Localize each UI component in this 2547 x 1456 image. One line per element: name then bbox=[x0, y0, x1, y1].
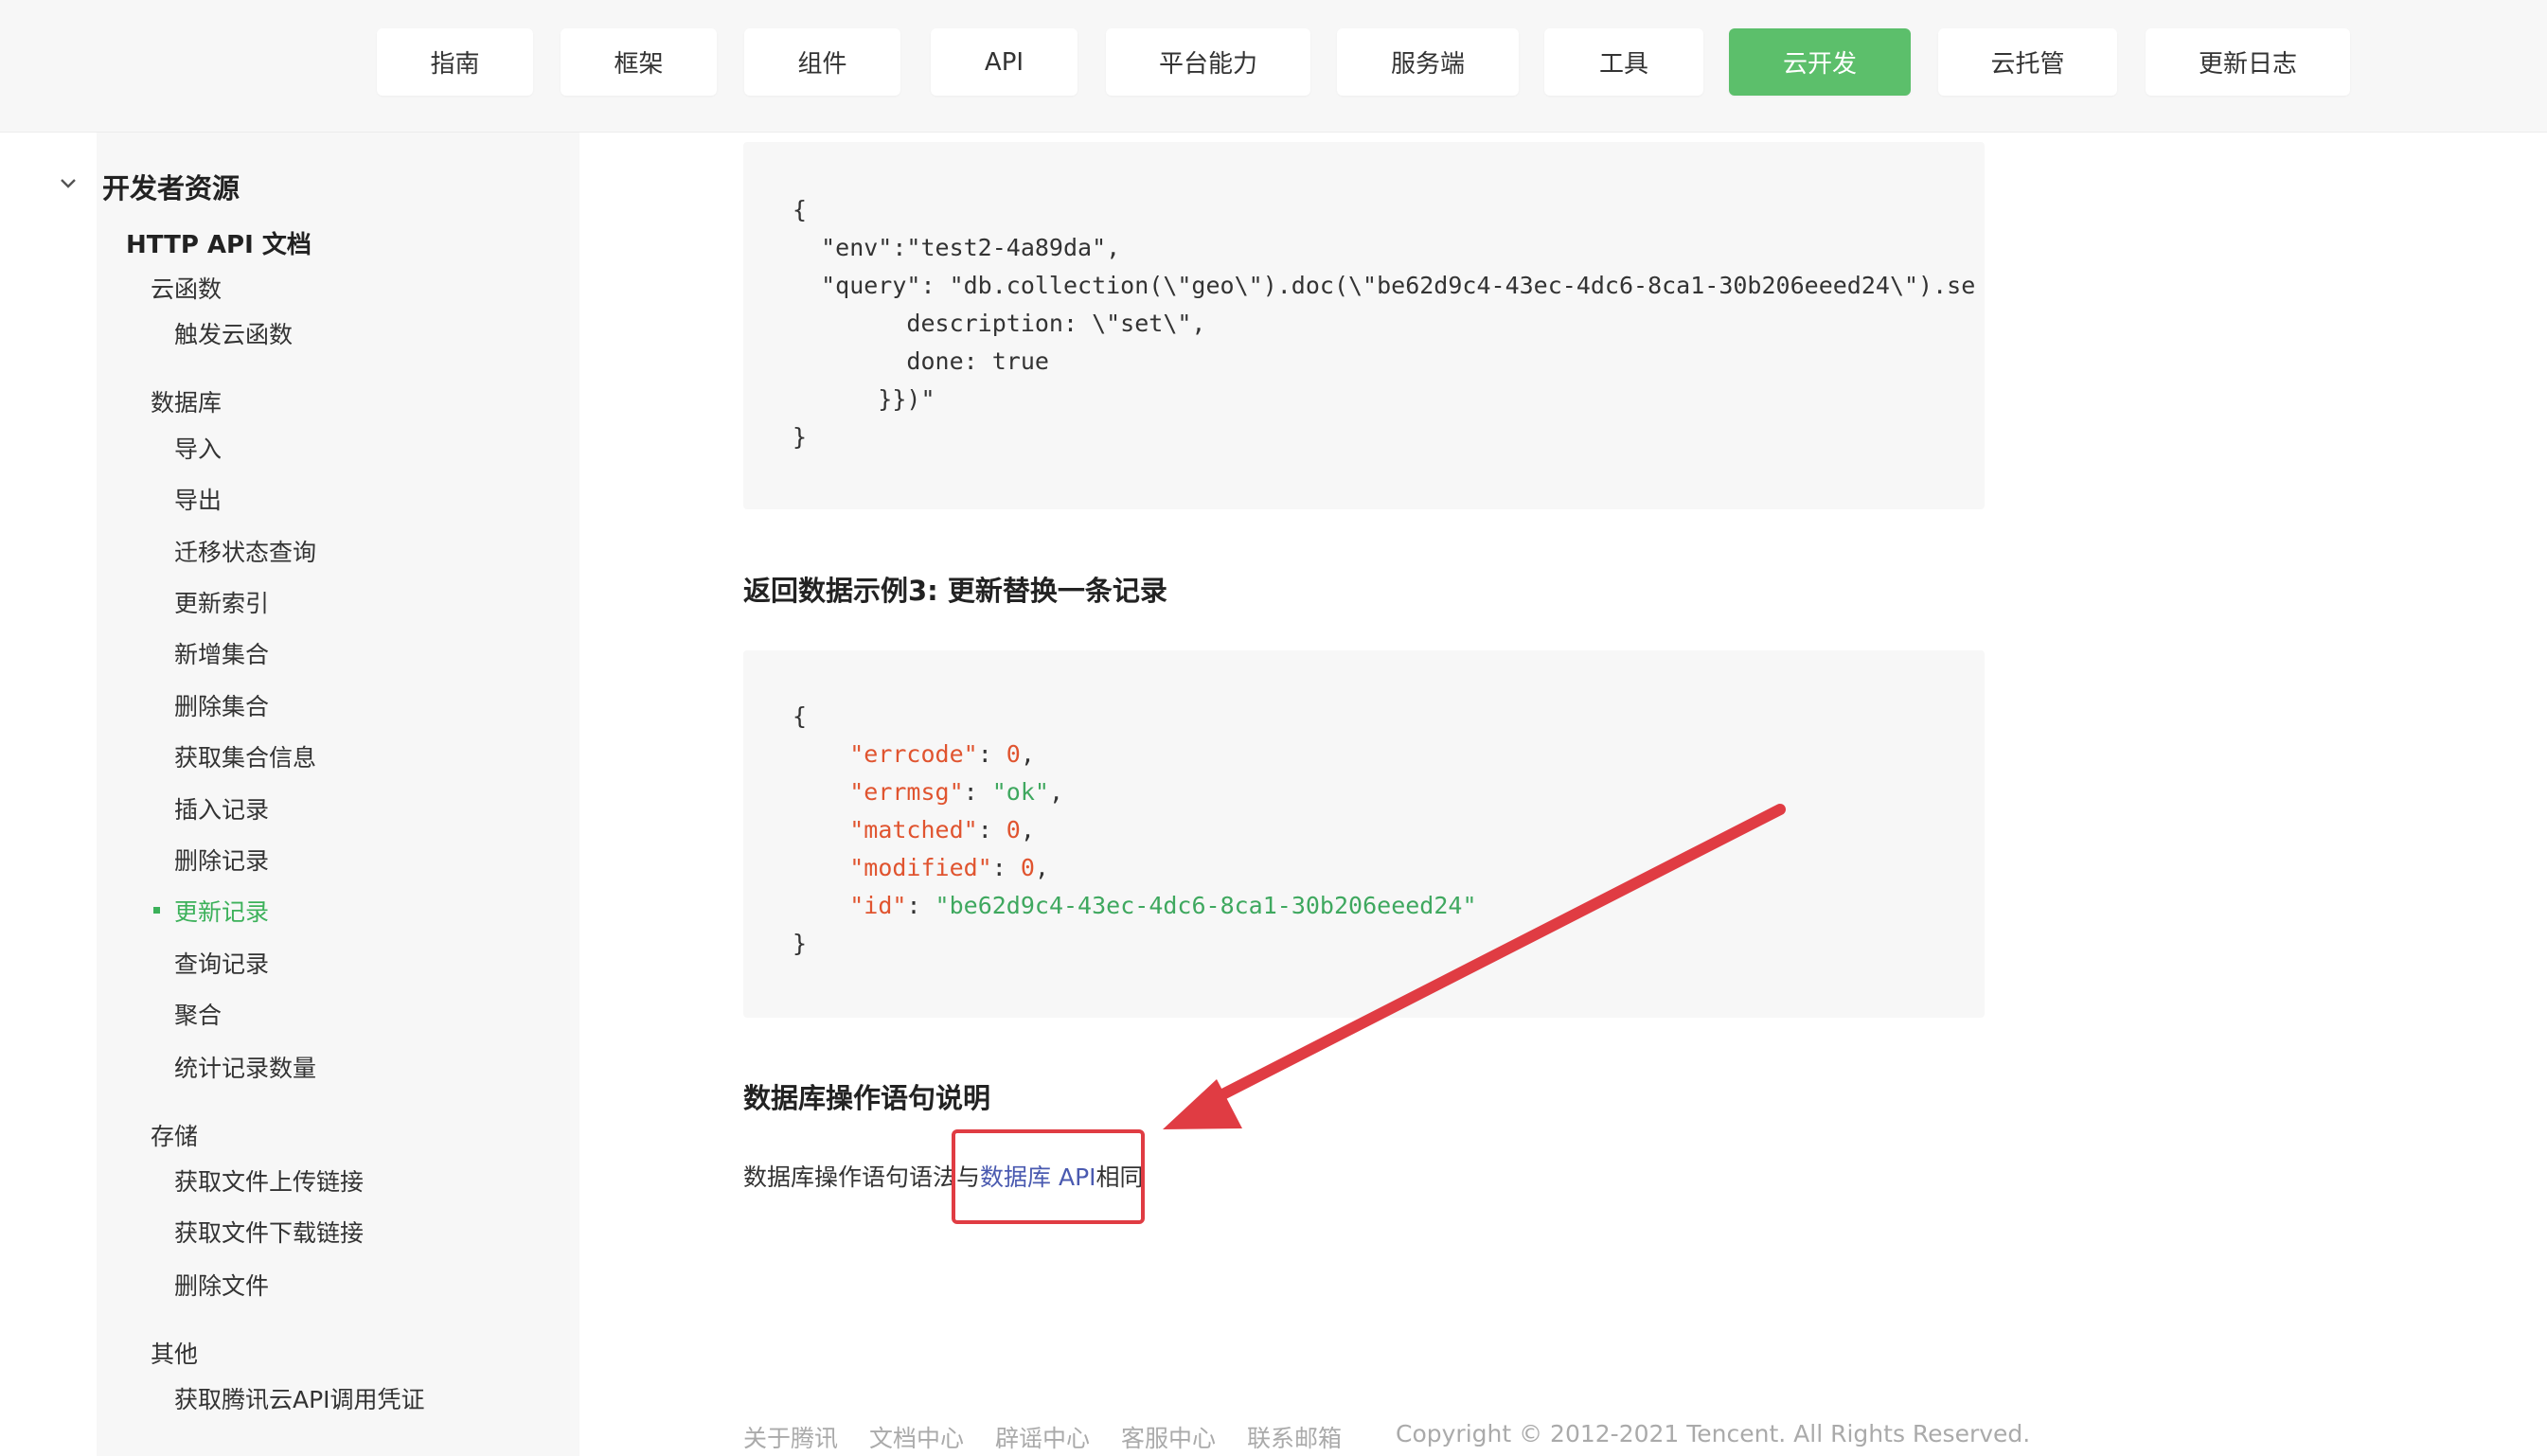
footer-link-about[interactable]: 关于腾讯 bbox=[743, 1420, 838, 1454]
footer-copyright: Copyright © 2012-2021 Tencent. All Right… bbox=[1396, 1420, 2031, 1447]
footer-link-support[interactable]: 客服中心 bbox=[1121, 1420, 1216, 1454]
footer-link-rumor[interactable]: 辟谣中心 bbox=[995, 1420, 1090, 1454]
footer-link-docs[interactable]: 文档中心 bbox=[869, 1420, 964, 1454]
footer-link-email[interactable]: 联系邮箱 bbox=[1247, 1420, 1342, 1454]
annotation-arrow-icon bbox=[1163, 804, 1786, 1129]
